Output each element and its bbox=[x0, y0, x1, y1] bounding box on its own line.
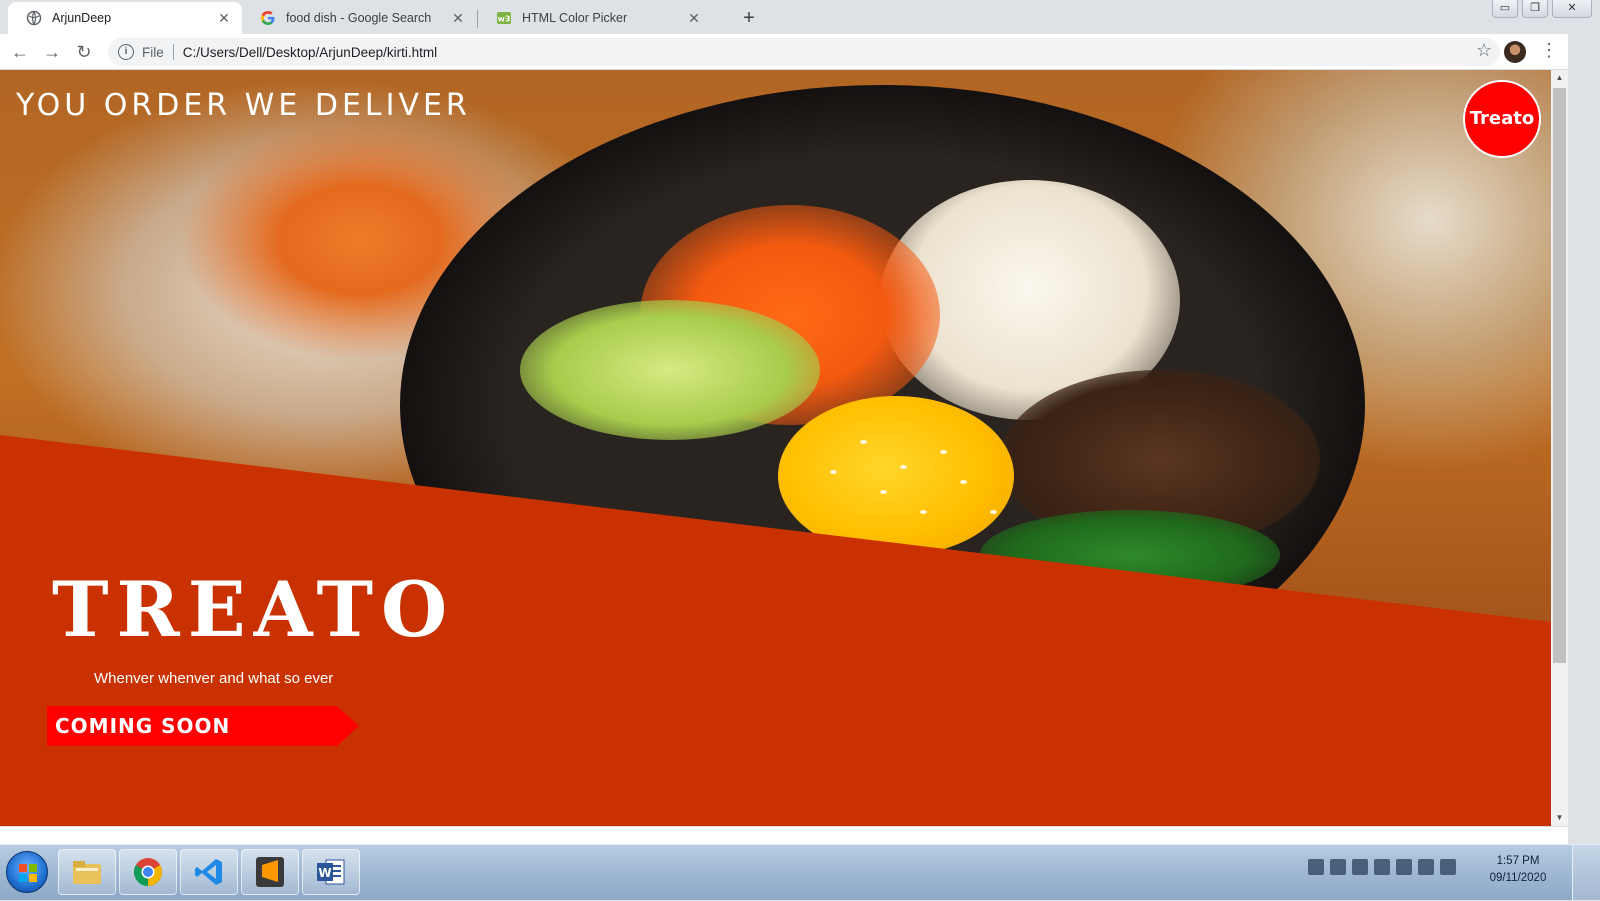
new-tab-button[interactable]: + bbox=[736, 6, 762, 32]
volume-icon[interactable] bbox=[1352, 859, 1368, 875]
google-icon bbox=[260, 10, 276, 26]
svg-text:W: W bbox=[318, 866, 331, 880]
sesame-seed bbox=[900, 465, 907, 469]
brand-subtitle: Whenver whenver and what so ever bbox=[94, 670, 334, 687]
address-bar[interactable]: i File C:/Users/Dell/Desktop/ArjunDeep/k… bbox=[108, 38, 1500, 66]
taskbar-chrome[interactable] bbox=[119, 849, 177, 895]
tab-label: food dish - Google Search bbox=[286, 11, 432, 25]
show-desktop-button[interactable] bbox=[1572, 845, 1600, 901]
tab-html-color-picker[interactable]: w3 HTML Color Picker ✕ bbox=[478, 2, 712, 34]
close-icon[interactable]: ✕ bbox=[450, 10, 466, 26]
tab-food-dish-google-search[interactable]: food dish - Google Search ✕ bbox=[242, 2, 476, 34]
close-icon[interactable]: ✕ bbox=[686, 10, 702, 26]
word-icon: W bbox=[317, 859, 345, 885]
taskbar-clock[interactable]: 1:57 PM 09/11/2020 bbox=[1478, 853, 1558, 887]
address-scheme: File bbox=[142, 44, 164, 60]
sesame-seed bbox=[940, 450, 947, 454]
sesame-seed bbox=[830, 470, 837, 474]
tray-app-icon[interactable] bbox=[1440, 859, 1456, 875]
tagline-heading: YOU ORDER WE DELIVER bbox=[16, 88, 471, 123]
windows-taskbar: W 1:57 PM 09/11/2020 bbox=[0, 844, 1600, 901]
page-viewport: YOU ORDER WE DELIVER Treato TREATO Whenv… bbox=[0, 70, 1551, 826]
kebab-menu-icon[interactable]: ⋮ bbox=[1540, 40, 1558, 61]
coming-soon-ribbon[interactable]: COMING SOON bbox=[47, 706, 359, 746]
scroll-up-icon[interactable]: ▲ bbox=[1551, 70, 1568, 86]
scrollbar-thumb[interactable] bbox=[1553, 88, 1566, 663]
clock-date: 09/11/2020 bbox=[1489, 872, 1547, 884]
tab-arjundeep[interactable]: ArjunDeep ✕ bbox=[8, 2, 242, 34]
system-tray bbox=[1308, 859, 1456, 875]
taskbar-file-explorer[interactable] bbox=[58, 849, 116, 895]
sesame-seed bbox=[880, 490, 887, 494]
svg-text:w3: w3 bbox=[498, 15, 511, 24]
taskbar-vscode[interactable] bbox=[180, 849, 238, 895]
color-picker-icon: w3 bbox=[496, 10, 512, 26]
browser-toolbar: ← → ↻ i File C:/Users/Dell/Desktop/Arjun… bbox=[0, 34, 1600, 70]
sesame-seed bbox=[860, 440, 867, 444]
bookmark-star-icon[interactable]: ☆ bbox=[1476, 40, 1492, 61]
sublime-text-icon bbox=[256, 857, 284, 887]
address-url[interactable]: C:/Users/Dell/Desktop/ArjunDeep/kirti.ht… bbox=[183, 45, 437, 60]
action-center-icon[interactable] bbox=[1308, 859, 1324, 875]
tab-label: HTML Color Picker bbox=[522, 11, 628, 25]
sesame-seed bbox=[990, 510, 997, 514]
sesame-seed bbox=[960, 480, 967, 484]
scroll-down-icon[interactable]: ▼ bbox=[1551, 810, 1568, 826]
treato-logo-badge[interactable]: Treato bbox=[1463, 80, 1541, 158]
egg-yolk-shape bbox=[778, 396, 1014, 556]
info-icon[interactable]: i bbox=[118, 44, 134, 60]
vscode-icon bbox=[195, 859, 222, 885]
sesame-seed bbox=[920, 510, 927, 514]
battery-icon[interactable] bbox=[1330, 859, 1346, 875]
windows-logo-icon bbox=[19, 864, 37, 882]
close-icon[interactable]: ✕ bbox=[216, 10, 232, 26]
chrome-icon bbox=[134, 858, 162, 886]
close-window-icon[interactable]: ✕ bbox=[1552, 0, 1592, 18]
page-scrollbar[interactable]: ▲ ▼ bbox=[1551, 70, 1568, 826]
address-divider bbox=[172, 44, 174, 60]
network-bars-icon[interactable] bbox=[1374, 859, 1390, 875]
start-button[interactable] bbox=[6, 851, 48, 893]
tab-strip: ArjunDeep ✕ food dish - Google Search ✕ … bbox=[0, 0, 1600, 34]
page-bottom-strip bbox=[0, 826, 1568, 844]
window-controls: ▭ ❐ ✕ bbox=[1488, 0, 1592, 18]
tab-label: ArjunDeep bbox=[52, 11, 112, 25]
minimize-icon[interactable]: ▭ bbox=[1492, 0, 1518, 18]
globe-icon bbox=[26, 10, 42, 26]
file-explorer-icon bbox=[73, 861, 101, 884]
wifi-icon[interactable] bbox=[1418, 859, 1434, 875]
taskbar-sublime-text[interactable] bbox=[241, 849, 299, 895]
cucumber-shape bbox=[520, 300, 820, 440]
network-error-icon[interactable] bbox=[1396, 859, 1412, 875]
profile-avatar[interactable] bbox=[1504, 41, 1526, 63]
taskbar-word[interactable]: W bbox=[302, 849, 360, 895]
forward-arrow-icon[interactable]: → bbox=[40, 40, 64, 64]
clock-time: 1:57 PM bbox=[1496, 855, 1540, 867]
reload-icon[interactable]: ↻ bbox=[72, 40, 96, 64]
brand-title: TREATO bbox=[52, 565, 456, 654]
restore-icon[interactable]: ❐ bbox=[1522, 0, 1548, 18]
back-arrow-icon[interactable]: ← bbox=[8, 40, 32, 64]
window-right-edge bbox=[1568, 34, 1600, 844]
